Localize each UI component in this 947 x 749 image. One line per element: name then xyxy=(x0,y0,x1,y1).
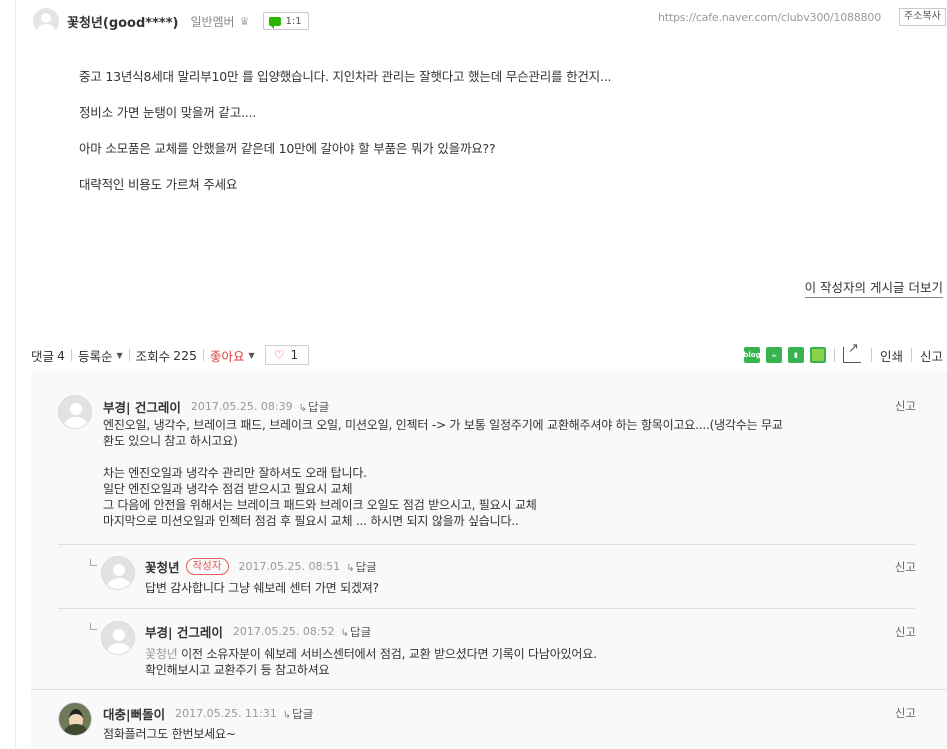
reply-arrow-icon: ↳ xyxy=(298,402,307,414)
post-paragraph: 대략적인 비용도 가르쳐 주세요 xyxy=(79,177,238,192)
views-label: 조회수 xyxy=(135,348,171,364)
comment-header: 부경| 건그레이 2017.05.25. 08:52 ↳답글 xyxy=(145,622,371,641)
commenter-name[interactable]: 꽃청년 xyxy=(145,557,180,576)
chat-button[interactable]: 1:1 xyxy=(263,12,309,30)
comment-report-button[interactable]: 신고 xyxy=(895,705,916,721)
comment-report-button[interactable]: 신고 xyxy=(895,398,916,414)
commenter-avatar[interactable] xyxy=(101,556,135,590)
comment-header: 부경| 건그레이 2017.05.25. 08:39 ↳답글 xyxy=(103,397,329,416)
like-count: 1 xyxy=(290,348,299,362)
commenter-avatar[interactable] xyxy=(58,702,92,736)
post-url: https://cafe.naver.com/clubv300/1088800 xyxy=(658,11,882,24)
stats-bar: 댓글 4 등록순 ▼ 조회수 225 좋아요 ▼ ♡ 1 xyxy=(31,344,310,366)
left-border xyxy=(15,0,16,749)
print-button[interactable]: 인쇄 xyxy=(880,346,903,365)
chat-label: 1:1 xyxy=(285,15,302,27)
comment-line: 환도 있으니 참고 하시고요) xyxy=(103,434,238,448)
comment-line: 엔진오일, 냉각수, 브레이크 패드, 브레이크 오일, 미션오일, 인젝터 -… xyxy=(103,418,783,432)
reply-button[interactable]: ↳답글 xyxy=(283,706,314,722)
comment-line: 일단 엔진오일과 냉각수 점검 받으시고 필요시 교체 xyxy=(103,482,353,496)
comment-date: 2017.05.25. 11:31 xyxy=(175,707,277,720)
share-icon[interactable] xyxy=(842,341,861,363)
comment-header: 대충|뻐돌이 2017.05.25. 11:31 ↳답글 xyxy=(103,704,313,723)
comment-body: 꽃청년 이전 소유자분이 쉐보레 서비스센터에서 점검, 교환 받으셨다면 기록… xyxy=(145,646,905,678)
divider xyxy=(70,349,72,361)
reply-label: 답글 xyxy=(355,559,377,574)
comment-list: 부경| 건그레이 2017.05.25. 08:39 ↳답글 신고 엔진오일, … xyxy=(31,371,947,749)
post-paragraph: 중고 13년식8세대 말리부10만 를 입양했습니다. 지인차라 관리는 잘햇다… xyxy=(79,69,612,84)
post-content: 중고 13년식8세대 말리부10만 를 입양했습니다. 지인차라 관리는 잘햇다… xyxy=(79,68,779,212)
reply-button[interactable]: ↳답글 xyxy=(299,399,330,415)
chat-icon xyxy=(269,16,282,29)
views-count: 225 xyxy=(173,347,198,363)
author-grade: 일반멤버 xyxy=(190,14,235,29)
caret-down-icon: ▼ xyxy=(116,350,123,360)
comment-line: 점화플러그도 한번보세요~ xyxy=(103,727,236,741)
comment-divider xyxy=(31,689,947,690)
mention[interactable]: 꽃청년 xyxy=(145,647,178,661)
comment-line: 마지막으로 미션오일과 인젝터 점검 후 필요시 교체 ... 하시면 되지 않… xyxy=(103,514,519,528)
cafe-icon[interactable]: ☕ xyxy=(765,347,782,363)
post-paragraph: 정비소 가면 눈탱이 맞을꺼 같고.... xyxy=(79,105,257,120)
comment-report-button[interactable]: 신고 xyxy=(895,624,916,640)
more-posts-link[interactable]: 이 작성자의 게시글 더보기 xyxy=(804,277,943,298)
reply-elbow-icon xyxy=(90,559,97,566)
reply-elbow-icon xyxy=(90,623,97,630)
comment-text: 이전 소유자분이 쉐보레 서비스센터에서 점검, 교환 받으셨다면 기록이 다남… xyxy=(177,647,597,661)
comment-line xyxy=(103,449,913,465)
commenter-name[interactable]: 대충|뻐돌이 xyxy=(103,704,165,723)
divider xyxy=(870,348,872,362)
comment-divider xyxy=(58,544,915,545)
comment-report-button[interactable]: 신고 xyxy=(895,559,916,575)
reply-arrow-icon: ↳ xyxy=(346,562,355,574)
reply-button[interactable]: ↳답글 xyxy=(346,559,377,575)
caret-down-icon: ▼ xyxy=(248,350,255,360)
memo-icon[interactable] xyxy=(809,347,826,363)
divider xyxy=(128,349,130,361)
share-bar: blog ☕ ▮ 인쇄 신고 xyxy=(738,341,943,366)
heart-icon: ♡ xyxy=(273,348,285,362)
comment-line: 꽃청년 이전 소유자분이 쉐보레 서비스센터에서 점검, 교환 받으셨다면 기록… xyxy=(145,646,905,662)
copy-url-button[interactable]: 주소복사 xyxy=(899,8,946,26)
writer-badge: 작성자 xyxy=(185,558,229,575)
reply-arrow-icon: ↳ xyxy=(340,627,349,639)
commenter-avatar[interactable] xyxy=(58,395,92,429)
comment-body: 엔진오일, 냉각수, 브레이크 패드, 브레이크 오일, 미션오일, 인젝터 -… xyxy=(103,417,913,529)
comment-date: 2017.05.25. 08:39 xyxy=(190,400,293,413)
comment-line: 답변 감사합니다 그냥 쉐보레 센터 가면 되겠져? xyxy=(145,581,379,595)
author-name[interactable]: 꽃청년(good****) xyxy=(67,12,178,31)
comments-label[interactable]: 댓글 xyxy=(31,346,54,365)
sort-dropdown[interactable]: 등록순 xyxy=(78,346,113,365)
author-avatar[interactable] xyxy=(33,8,59,34)
comment-date: 2017.05.25. 08:51 xyxy=(238,560,341,573)
post-paragraph: 아마 소모품은 교체를 안했을꺼 같은데 10만에 갈아야 할 부품은 뭐가 있… xyxy=(79,141,496,156)
comments-count: 4 xyxy=(57,347,65,363)
commenter-avatar[interactable] xyxy=(101,621,135,655)
crown-icon: ♛ xyxy=(239,14,250,28)
divider xyxy=(910,348,912,362)
reply-label: 답글 xyxy=(292,706,314,721)
commenter-name[interactable]: 부경| 건그레이 xyxy=(145,622,223,641)
reply-label: 답글 xyxy=(308,399,330,414)
divider xyxy=(203,349,205,361)
comment-date: 2017.05.25. 08:52 xyxy=(232,625,335,638)
report-button[interactable]: 신고 xyxy=(920,346,943,365)
commenter-name[interactable]: 부경| 건그레이 xyxy=(103,397,181,416)
like-button[interactable]: ♡ 1 xyxy=(264,345,310,365)
comment-divider xyxy=(58,608,915,609)
comment-line: 차는 엔진오일과 냉각수 관리만 잘하셔도 오래 탑니다. xyxy=(103,466,367,480)
comment-line: 확인해보시고 교환주기 등 참고하셔요 xyxy=(145,663,330,677)
bookmark-icon[interactable]: ▮ xyxy=(787,347,804,363)
post-author: 꽃청년(good****) 일반멤버 ♛ 1:1 xyxy=(33,8,309,34)
blog-icon[interactable]: blog xyxy=(743,347,761,363)
reply-arrow-icon: ↳ xyxy=(282,709,292,721)
comment-body: 점화플러그도 한번보세요~ xyxy=(103,726,863,742)
comment-header: 꽃청년 작성자 2017.05.25. 08:51 ↳답글 xyxy=(145,557,377,576)
comment-body: 답변 감사합니다 그냥 쉐보레 센터 가면 되겠져? xyxy=(145,580,905,596)
reply-button[interactable]: ↳답글 xyxy=(341,624,372,640)
divider xyxy=(833,348,835,362)
reply-label: 답글 xyxy=(350,624,372,639)
like-dropdown[interactable]: 좋아요 xyxy=(210,346,245,365)
comment-line: 그 다음에 안전을 위해서는 브레이크 패드와 브레이크 오일도 점검 받으시고… xyxy=(103,498,537,512)
